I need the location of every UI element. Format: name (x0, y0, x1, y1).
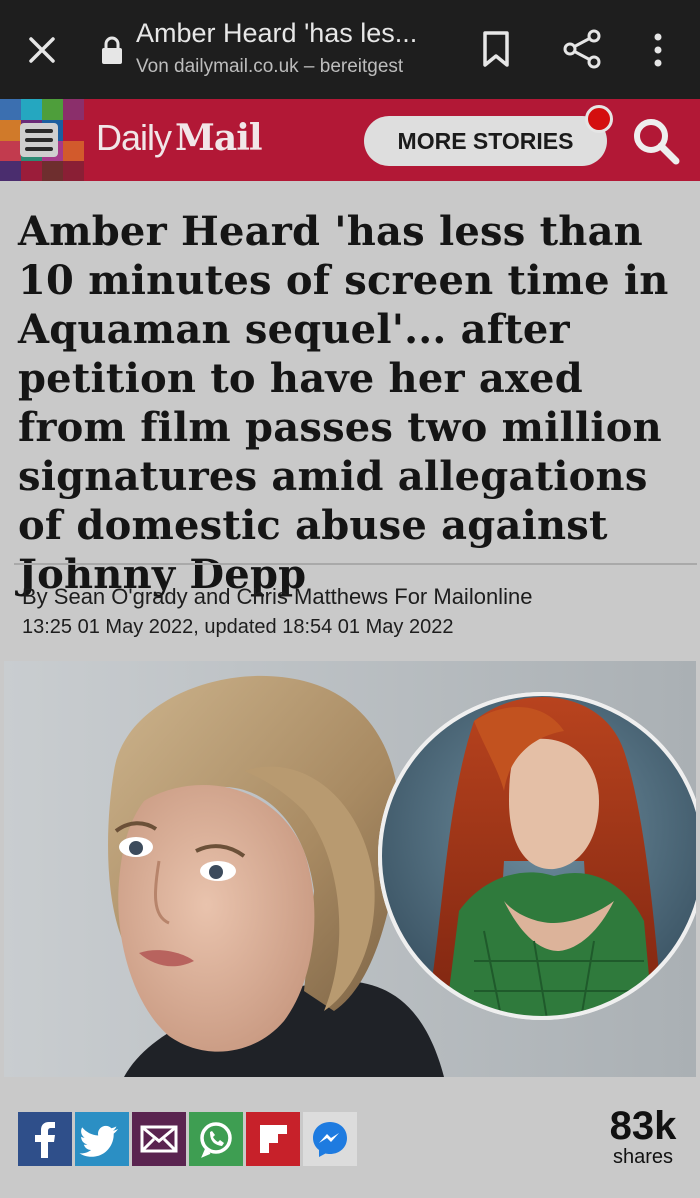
logo-mail: Mail (175, 117, 263, 159)
close-icon[interactable] (22, 30, 62, 70)
article-dateline: 13:25 01 May 2022, updated 18:54 01 May … (22, 616, 454, 638)
tab-title[interactable]: Amber Heard 'has les... (136, 18, 446, 49)
whatsapp-icon[interactable] (189, 1112, 243, 1166)
more-stories-button[interactable]: MORE STORIES (364, 116, 607, 166)
share-count: 83k (609, 1104, 677, 1148)
browser-toolbar: Amber Heard 'has les... Von dailymail.co… (0, 0, 700, 99)
article-hero-image[interactable] (4, 661, 696, 1077)
email-icon[interactable] (132, 1112, 186, 1166)
logo-daily: Daily (96, 117, 172, 158)
flipboard-icon[interactable] (246, 1112, 300, 1166)
share-icon[interactable] (561, 28, 603, 70)
lock-icon (102, 36, 122, 64)
site-logo[interactable]: Daily Mail (96, 117, 263, 159)
article-headline: Amber Heard 'has less than 10 minutes of… (18, 208, 669, 598)
bookmark-icon[interactable] (480, 30, 512, 68)
search-icon[interactable] (630, 115, 682, 167)
notification-dot (585, 105, 613, 133)
facebook-icon[interactable] (18, 1112, 72, 1166)
menu-icon[interactable] (0, 99, 84, 181)
twitter-icon[interactable] (75, 1112, 129, 1166)
article-byline[interactable]: By Sean O'grady and Chris Matthews For M… (22, 584, 532, 610)
messenger-icon[interactable] (303, 1112, 357, 1166)
share-count-label: shares (612, 1146, 674, 1168)
more-vert-icon[interactable] (646, 30, 670, 70)
divider (14, 563, 697, 565)
page-origin: Von dailymail.co.uk – bereitgest (136, 56, 404, 77)
